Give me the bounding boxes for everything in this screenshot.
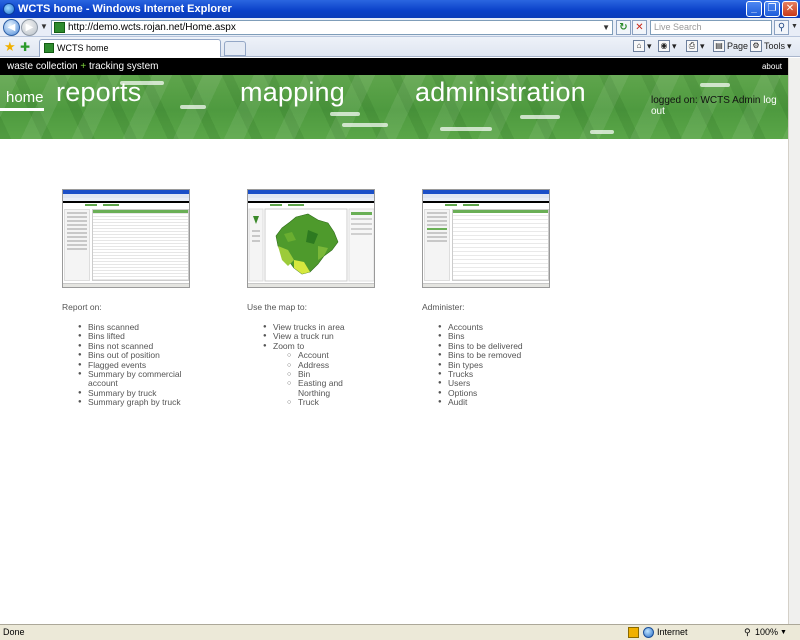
reports-list: Bins scanned Bins lifted Bins not scanne… xyxy=(62,322,190,408)
zoom-level[interactable]: 100% xyxy=(755,625,778,640)
print-command[interactable]: ⎙ ▾ xyxy=(686,40,705,52)
map-thumbnail-graphic xyxy=(248,208,374,282)
stop-icon[interactable]: ✕ xyxy=(632,20,647,35)
login-status: logged on: WCTS Admin log out xyxy=(651,95,777,117)
mapping-thumbnail[interactable] xyxy=(247,189,375,288)
nav-home[interactable]: home xyxy=(6,89,44,106)
page-favicon-icon xyxy=(54,22,65,33)
site-nav-banner: home reports mapping administration logg… xyxy=(0,75,788,139)
search-input[interactable]: Live Search xyxy=(650,20,772,35)
add-favorites-icon[interactable]: ✚ xyxy=(20,40,30,54)
window-controls: _ ❐ ✕ xyxy=(746,1,798,17)
vertical-scrollbar[interactable] xyxy=(788,58,800,624)
search-icon[interactable]: ⚲ xyxy=(774,20,789,35)
reports-heading: Report on: xyxy=(62,302,102,312)
nav-administration[interactable]: administration xyxy=(415,77,586,108)
feeds-command[interactable]: ◉ ▾ xyxy=(658,40,677,52)
new-tab-button[interactable] xyxy=(224,41,246,56)
home-command[interactable]: ⌂ ▾ xyxy=(633,40,652,52)
globe-icon xyxy=(643,627,654,638)
list-item[interactable]: Summary by commercial account xyxy=(62,369,190,389)
status-bar: Done Internet ⚲ 100% ▼ xyxy=(0,624,800,640)
reports-thumbnail[interactable] xyxy=(62,189,190,288)
tab-wcts-home[interactable]: WCTS home xyxy=(39,39,221,57)
nav-reports[interactable]: reports xyxy=(56,77,141,108)
admin-thumbnail[interactable] xyxy=(422,189,550,288)
tools-menu-label: Tools xyxy=(764,41,786,51)
rss-feed-icon: ◉ xyxy=(658,40,670,52)
list-item[interactable]: Bins to be removed xyxy=(422,350,550,361)
zoom-icon[interactable]: ⚲ xyxy=(744,625,751,640)
admin-list: Accounts Bins Bins to be delivered Bins … xyxy=(422,322,550,408)
list-item[interactable]: Bins scanned xyxy=(62,322,190,333)
status-text: Done xyxy=(3,627,25,637)
search-options-dropdown-icon[interactable]: ▼ xyxy=(791,23,798,30)
about-link[interactable]: about xyxy=(762,58,782,75)
admin-column: Administer: Accounts Bins Bins to be del… xyxy=(422,189,550,408)
address-input[interactable]: http://demo.wcts.rojan.net/Home.aspx ▼ xyxy=(51,20,613,35)
list-item[interactable]: Bin types xyxy=(422,360,550,371)
gear-icon: ⚙ xyxy=(750,40,762,52)
window-title: WCTS home - Windows Internet Explorer xyxy=(18,3,232,15)
favorites-star-icon[interactable]: ★ xyxy=(4,39,16,55)
address-dropdown-icon[interactable]: ▼ xyxy=(602,21,610,34)
security-zone: Internet xyxy=(657,627,688,637)
list-item[interactable]: View a truck run xyxy=(247,331,375,342)
list-item[interactable]: Options xyxy=(422,388,550,399)
tab-command-bar: ★ ✚ WCTS home ⌂▾ ◉▾ ⎙▾ ▤ Page▾ ⚙ Tools▾ xyxy=(0,37,800,57)
address-url: http://demo.wcts.rojan.net/Home.aspx xyxy=(68,22,236,33)
nav-home-underline xyxy=(0,108,44,111)
mapping-heading: Use the map to: xyxy=(247,302,308,312)
admin-heading: Administer: xyxy=(422,302,465,312)
page-viewport: waste collection + tracking system about… xyxy=(0,58,788,624)
maximize-button[interactable]: ❐ xyxy=(764,1,780,17)
zoom-dropdown-icon[interactable]: ▼ xyxy=(780,625,787,640)
home-icon: ⌂ xyxy=(633,40,645,52)
list-item[interactable]: Summary graph by truck xyxy=(62,397,190,408)
tab-favicon-icon xyxy=(44,43,54,53)
list-item[interactable]: Truck xyxy=(247,397,375,408)
window-title-bar: WCTS home - Windows Internet Explorer _ … xyxy=(0,0,800,18)
list-item[interactable]: Easting and Northing xyxy=(247,379,375,398)
close-button[interactable]: ✕ xyxy=(782,1,798,17)
forward-button[interactable]: ▶ xyxy=(21,19,38,36)
address-bar-row: ◀ ▶ ▼ http://demo.wcts.rojan.net/Home.as… xyxy=(0,18,800,37)
history-dropdown-icon[interactable]: ▼ xyxy=(40,22,48,31)
page-menu[interactable]: ▤ Page▾ xyxy=(713,40,755,52)
back-button[interactable]: ◀ xyxy=(3,19,20,36)
page-icon: ▤ xyxy=(713,40,725,52)
mapping-column: Use the map to: View trucks in area View… xyxy=(247,189,375,408)
tools-menu[interactable]: ⚙ Tools ▾ xyxy=(750,40,792,52)
page-menu-label: Page xyxy=(727,41,749,51)
site-brand: waste collection + tracking system xyxy=(7,61,159,72)
mapping-list: View trucks in area View a truck run Zoo… xyxy=(247,322,375,352)
printer-icon: ⎙ xyxy=(686,40,698,52)
nav-mapping[interactable]: mapping xyxy=(240,77,345,108)
refresh-icon[interactable]: ↻ xyxy=(616,20,631,35)
list-item[interactable]: Accounts xyxy=(422,322,550,333)
list-item[interactable]: Address xyxy=(247,360,375,371)
ie-icon xyxy=(3,3,15,15)
site-top-bar: waste collection + tracking system about xyxy=(0,58,788,75)
list-item[interactable]: Trucks xyxy=(422,369,550,380)
popup-blocker-icon[interactable] xyxy=(628,627,639,638)
reports-column: Report on: Bins scanned Bins lifted Bins… xyxy=(62,189,190,408)
list-item[interactable]: Users xyxy=(422,379,550,390)
tab-label: WCTS home xyxy=(57,43,109,53)
zoom-to-list: Account Address Bin Easting and Northing… xyxy=(247,350,375,408)
list-item[interactable]: Audit xyxy=(422,397,550,408)
minimize-button[interactable]: _ xyxy=(746,1,762,17)
